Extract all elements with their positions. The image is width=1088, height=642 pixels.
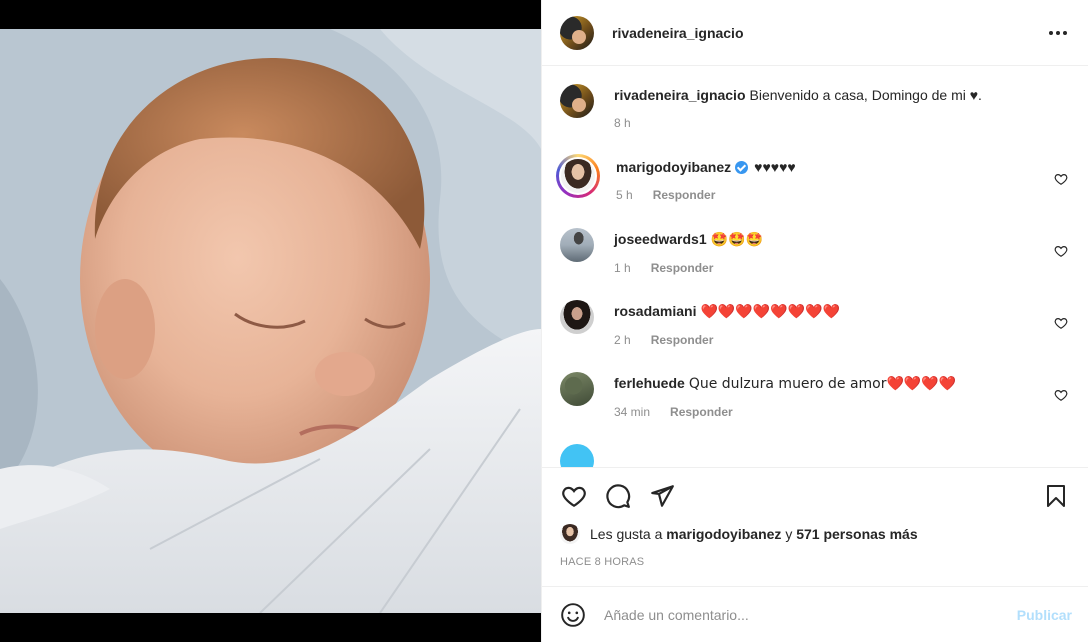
commenter-avatar[interactable] [560,228,594,262]
photo-panel [0,0,541,642]
share-icon[interactable] [648,482,676,510]
comment-text: Que dulzura muero de amor❤️❤️❤️❤️ [688,376,957,392]
commenter-avatar[interactable] [560,300,594,334]
comment-composer: Publicar [542,586,1088,642]
story-ring[interactable] [556,154,600,198]
liker-username[interactable]: marigodoyibanez [666,526,781,542]
comment-meta: 5 h Responder [616,186,1072,204]
comment-meta: 34 min Responder [614,403,1072,421]
comment-body: rosadamiani ❤️❤️❤️❤️❤️❤️❤️❤️ 2 h Responde… [614,298,1072,349]
commenter-avatar [559,157,597,195]
comment-meta: 1 h Responder [614,259,1072,277]
caption: rivadeneira_ignacio Bienvenido a casa, Do… [560,82,1072,142]
comment-time[interactable]: 2 h [614,331,631,349]
post-modal: rivadeneira_ignacio rivadeneira_ignacio B… [0,0,1088,642]
comment-body: marigodoyibanez ♥♥♥♥♥ 5 h Responder [616,154,1072,204]
verified-icon [735,161,749,174]
post-image[interactable] [0,29,541,613]
comment-body: ferlehuede Que dulzura muero de amor❤️❤️❤… [614,370,1072,421]
comment-item: joseedwards1 🤩🤩🤩 1 h Responder [560,226,1072,298]
publish-button[interactable]: Publicar [1017,607,1072,623]
reply-button[interactable]: Responder [651,331,714,349]
caption-text: Bienvenido a casa, Domingo de mi ♥. [749,87,982,103]
author-username[interactable]: rivadeneira_ignacio [612,25,1046,41]
caption-body: rivadeneira_ignacio Bienvenido a casa, Do… [614,82,1072,132]
comment-time[interactable]: 5 h [616,186,633,204]
comment-like-heart-icon[interactable] [1054,388,1068,402]
caption-time[interactable]: 8 h [614,114,631,132]
comment-text: 🤩🤩🤩 [710,232,763,248]
comment-meta: 2 h Responder [614,331,1072,349]
likes-prefix: Les gusta a [590,526,663,542]
comment-like-heart-icon[interactable] [1054,244,1068,258]
comment-username[interactable]: joseedwards1 [614,231,707,247]
comment-body: joseedwards1 🤩🤩🤩 1 h Responder [614,226,1072,277]
author-avatar[interactable] [560,15,594,50]
comment-username[interactable]: marigodoyibanez [616,159,731,175]
reply-button[interactable]: Responder [670,403,733,421]
action-bar [560,480,1070,512]
comment-text: ♥♥♥♥♥ [754,159,796,175]
comment-username[interactable]: ferlehuede [614,375,685,391]
comment-item-partial [560,442,1072,467]
comment-item: ferlehuede Que dulzura muero de amor❤️❤️❤… [560,370,1072,442]
comment-text: ❤️❤️❤️❤️❤️❤️❤️❤️ [700,304,840,320]
reply-button[interactable]: Responder [651,259,714,277]
commenter-avatar[interactable] [560,372,594,406]
liker-avatar[interactable] [560,524,580,544]
caption-author-avatar[interactable] [560,84,594,118]
comment-item: marigodoyibanez ♥♥♥♥♥ 5 h Responder [556,154,1072,226]
comment-item: rosadamiani ❤️❤️❤️❤️❤️❤️❤️❤️ 2 h Responde… [560,298,1072,370]
comment-username[interactable]: rosadamiani [614,303,696,319]
post-timestamp[interactable]: HACE 8 HORAS [560,556,1070,568]
comment-time[interactable]: 1 h [614,259,631,277]
post-header: rivadeneira_ignacio [542,0,1088,66]
likes-summary: Les gusta a marigodoyibanez y 571 person… [560,524,1070,544]
likes-others[interactable]: 571 personas más [796,526,917,542]
bookmark-icon[interactable] [1042,482,1070,510]
comment-like-heart-icon[interactable] [1054,172,1068,186]
comment-icon[interactable] [604,482,632,510]
post-actions: Les gusta a marigodoyibanez y 571 person… [542,467,1088,568]
heart-icon[interactable] [560,482,588,510]
more-options-icon[interactable] [1046,21,1070,45]
likes-conj: y [785,526,793,542]
commenter-avatar[interactable] [560,444,594,467]
comments-list[interactable]: rivadeneira_ignacio Bienvenido a casa, Do… [542,66,1088,467]
caption-username[interactable]: rivadeneira_ignacio [614,87,746,103]
comment-input[interactable] [604,606,1017,623]
baby-photo [0,29,541,613]
comment-time[interactable]: 34 min [614,403,650,421]
emoji-icon[interactable] [560,602,586,628]
comment-like-heart-icon[interactable] [1054,316,1068,330]
reply-button[interactable]: Responder [653,186,716,204]
caption-meta: 8 h [614,114,1072,132]
post-side-panel: rivadeneira_ignacio rivadeneira_ignacio B… [541,0,1088,642]
